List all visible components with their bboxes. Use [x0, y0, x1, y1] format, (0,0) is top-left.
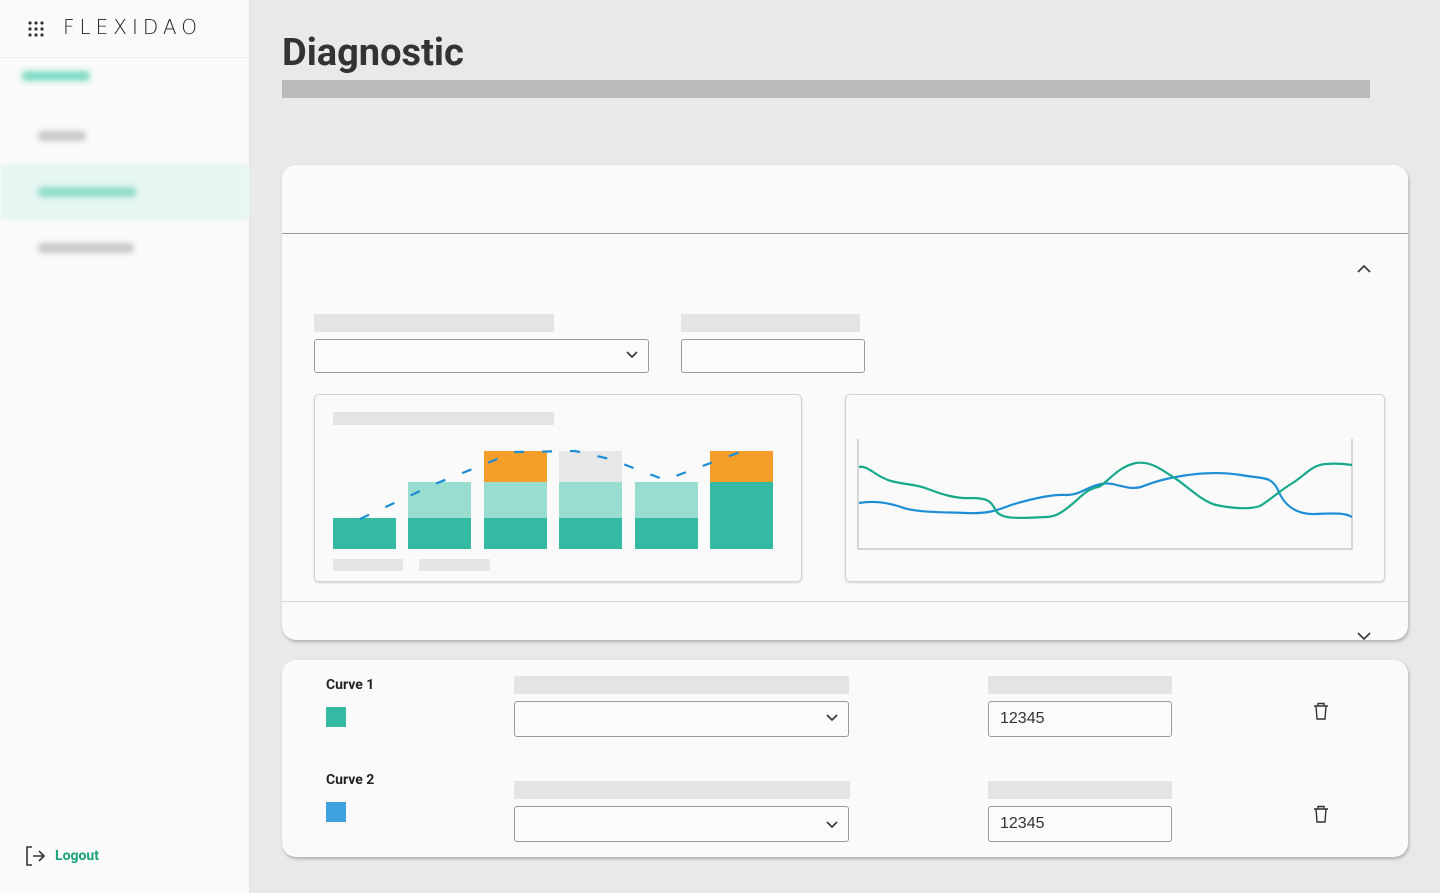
curve-1-value-input[interactable]	[988, 701, 1172, 737]
field-label-placeholder	[681, 314, 860, 332]
trash-icon[interactable]	[1313, 805, 1329, 823]
filter-input[interactable]	[681, 339, 865, 373]
curve-1-color-swatch[interactable]	[326, 707, 346, 727]
bar-chart-panel	[314, 394, 802, 582]
bar-3-top	[484, 482, 547, 518]
logout-icon	[26, 846, 46, 866]
curve-2-color-swatch[interactable]	[326, 802, 346, 822]
bar-6-base	[710, 482, 773, 549]
sidebar-item-3[interactable]	[38, 243, 134, 253]
curve-2-select[interactable]	[514, 806, 849, 842]
chevron-down-icon	[626, 351, 638, 359]
filter-select[interactable]	[314, 339, 649, 373]
logout-label: Logout	[55, 848, 99, 864]
logout-button[interactable]: Logout	[24, 845, 99, 867]
subtitle-placeholder	[282, 80, 1370, 98]
chevron-down-icon	[826, 821, 838, 829]
field-label-placeholder	[514, 676, 849, 694]
bar-2-top	[408, 482, 471, 518]
field-label-placeholder	[514, 781, 850, 799]
field-label-placeholder	[988, 676, 1172, 694]
curve-2-label: Curve 2	[326, 772, 375, 788]
chevron-down-icon[interactable]	[1357, 632, 1371, 641]
bar-3-base	[484, 518, 547, 549]
card-divider	[282, 233, 1408, 234]
nav-section-heading	[22, 71, 90, 81]
curve-1-select[interactable]	[514, 701, 849, 737]
bar-4-top	[559, 482, 622, 518]
trash-icon[interactable]	[1313, 702, 1329, 720]
curves-card: Curve 1 Curve 2	[282, 660, 1408, 857]
sidebar-item-2[interactable]	[38, 187, 136, 197]
curve-2-value-input[interactable]	[988, 806, 1172, 842]
bar-chart	[333, 412, 773, 571]
legend-placeholder-2	[419, 559, 490, 571]
brand-header: FLEXIDAO	[0, 0, 249, 58]
card-divider-bottom	[282, 601, 1408, 602]
bar-1-base	[333, 518, 396, 549]
bar-5-base	[635, 518, 698, 549]
curve-1-label: Curve 1	[326, 677, 375, 693]
sidebar-item-1[interactable]	[38, 131, 86, 141]
field-label-placeholder	[988, 781, 1172, 799]
legend-placeholder-1	[333, 559, 403, 571]
line-chart	[857, 439, 1353, 550]
apps-grid-icon[interactable]	[27, 20, 45, 38]
diagnostic-card	[282, 165, 1408, 641]
sidebar: FLEXIDAO Logout	[0, 0, 250, 893]
chevron-up-icon[interactable]	[1357, 264, 1371, 273]
chevron-down-icon	[826, 714, 838, 722]
bar-4-cap	[559, 451, 622, 482]
field-label-placeholder	[314, 314, 554, 332]
bar-5-top	[635, 482, 698, 518]
chart-title-placeholder	[333, 412, 554, 425]
line-chart-panel	[845, 394, 1385, 582]
bar-3-cap	[484, 451, 547, 482]
bar-6-cap	[710, 451, 773, 482]
page-title: Diagnostic	[282, 31, 464, 75]
bar-2-base	[408, 518, 471, 549]
bar-4-base	[559, 518, 622, 549]
logo: FLEXIDAO	[63, 15, 203, 39]
series-blue	[858, 471, 1353, 518]
